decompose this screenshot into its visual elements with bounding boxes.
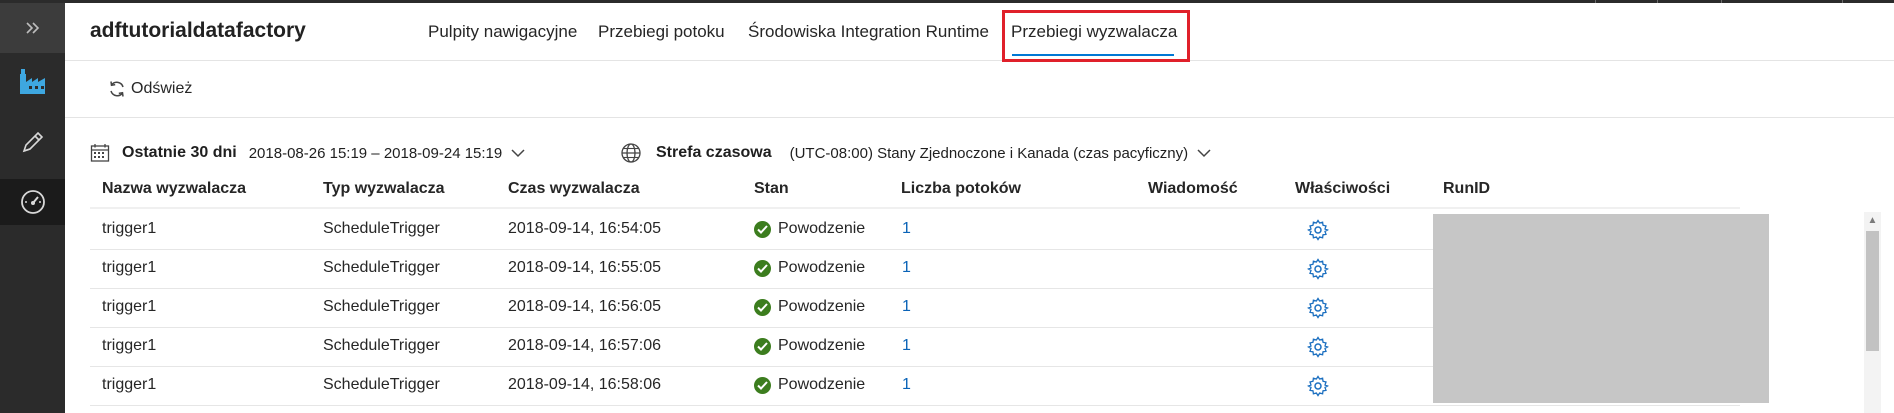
header-bar: adftutorialdatafactory Pulpity nawigacyj… xyxy=(65,3,1894,61)
cell-trigger-time: 2018-09-14, 16:55:05 xyxy=(508,259,662,276)
col-trigger-name[interactable]: Nazwa wyzwalacza xyxy=(102,180,246,198)
cell-trigger-type: ScheduleTrigger xyxy=(323,376,440,393)
active-tab-underline xyxy=(1012,54,1174,56)
pencil-icon xyxy=(22,131,43,153)
cell-status: Powodzenie xyxy=(754,376,865,394)
success-check-icon xyxy=(754,376,771,394)
col-trigger-type[interactable]: Typ wyzwalacza xyxy=(323,180,445,198)
gear-icon xyxy=(1306,219,1330,241)
cell-trigger-name: trigger1 xyxy=(102,337,157,354)
col-status[interactable]: Stan xyxy=(754,180,789,198)
cell-trigger-name: trigger1 xyxy=(102,220,157,237)
scroll-thumb[interactable] xyxy=(1866,231,1879,351)
cell-trigger-type: ScheduleTrigger xyxy=(323,337,440,354)
date-range-picker[interactable]: Ostatnie 30 dni 2018-08-26 15:19 – 2018-… xyxy=(90,138,526,168)
monitor-gauge-icon xyxy=(20,190,45,214)
factory-name: adftutorialdatafactory xyxy=(90,19,306,42)
chevron-down-icon xyxy=(1197,149,1211,158)
pipeline-count-link[interactable]: 1 xyxy=(902,376,911,394)
header-divider xyxy=(90,207,1740,209)
rail-overview-button[interactable] xyxy=(0,59,65,105)
expand-rail-button[interactable] xyxy=(0,3,65,53)
cell-status: Powodzenie xyxy=(754,298,865,316)
calendar-icon xyxy=(90,144,110,162)
col-runid[interactable]: RunID xyxy=(1443,180,1490,198)
refresh-button[interactable]: Odśwież xyxy=(107,79,192,99)
cell-trigger-type: ScheduleTrigger xyxy=(323,298,440,315)
expand-chevrons-icon xyxy=(25,22,39,34)
properties-button[interactable] xyxy=(1306,219,1330,246)
cell-trigger-time: 2018-09-14, 16:58:06 xyxy=(508,376,662,393)
col-properties[interactable]: Właściwości xyxy=(1295,180,1390,198)
gear-icon xyxy=(1306,336,1330,358)
left-rail xyxy=(0,3,65,413)
gear-icon xyxy=(1306,297,1330,319)
tab-pipeline-runs[interactable]: Przebiegi potoku xyxy=(598,3,725,60)
success-check-icon xyxy=(754,220,771,238)
rail-author-button[interactable] xyxy=(0,119,65,165)
properties-button[interactable] xyxy=(1306,375,1330,402)
cell-trigger-type: ScheduleTrigger xyxy=(323,220,440,237)
timezone-label: Strefa czasowa xyxy=(656,144,772,161)
rail-monitor-button[interactable] xyxy=(0,179,65,225)
chevron-down-icon xyxy=(511,149,525,158)
gear-icon xyxy=(1306,258,1330,280)
cell-trigger-name: trigger1 xyxy=(102,298,157,315)
runid-redacted-block xyxy=(1433,214,1769,403)
toolbar: Odśwież xyxy=(65,61,1894,118)
table-header: Nazwa wyzwalacza Typ wyzwalacza Czas wyz… xyxy=(65,176,1765,204)
scroll-up-arrow-icon[interactable]: ▲ xyxy=(1864,212,1881,229)
filter-row: Ostatnie 30 dni 2018-08-26 15:19 – 2018-… xyxy=(65,138,1894,168)
refresh-label: Odśwież xyxy=(131,80,193,97)
cell-trigger-time: 2018-09-14, 16:57:06 xyxy=(508,337,662,354)
properties-button[interactable] xyxy=(1306,258,1330,285)
cell-trigger-type: ScheduleTrigger xyxy=(323,259,440,276)
date-range-label: Ostatnie 30 dni xyxy=(122,144,237,161)
cell-status: Powodzenie xyxy=(754,220,865,238)
factory-icon xyxy=(19,69,45,94)
cell-trigger-name: trigger1 xyxy=(102,376,157,393)
properties-button[interactable] xyxy=(1306,336,1330,363)
refresh-icon xyxy=(110,81,124,97)
success-check-icon xyxy=(754,298,771,316)
timezone-picker[interactable]: Strefa czasowa (UTC-08:00) Stany Zjednoc… xyxy=(620,138,1212,168)
col-message[interactable]: Wiadomość xyxy=(1148,180,1238,198)
col-pipeline-count[interactable]: Liczba potoków xyxy=(901,180,1021,198)
status-text: Powodzenie xyxy=(778,337,866,354)
success-check-icon xyxy=(754,337,771,355)
tab-dashboards[interactable]: Pulpity nawigacyjne xyxy=(428,3,577,60)
status-text: Powodzenie xyxy=(778,259,866,276)
properties-button[interactable] xyxy=(1306,297,1330,324)
cell-trigger-time: 2018-09-14, 16:56:05 xyxy=(508,298,662,315)
cell-status: Powodzenie xyxy=(754,259,865,277)
cell-status: Powodzenie xyxy=(754,337,865,355)
status-text: Powodzenie xyxy=(778,298,866,315)
timezone-value: (UTC-08:00) Stany Zjednoczone i Kanada (… xyxy=(789,144,1189,162)
status-text: Powodzenie xyxy=(778,376,866,393)
tab-integration-runtimes[interactable]: Środowiska Integration Runtime xyxy=(748,3,989,60)
success-check-icon xyxy=(754,259,771,277)
cell-trigger-time: 2018-09-14, 16:54:05 xyxy=(508,220,662,237)
pipeline-count-link[interactable]: 1 xyxy=(902,298,911,316)
pipeline-count-link[interactable]: 1 xyxy=(902,220,911,238)
globe-icon xyxy=(621,143,641,163)
gear-icon xyxy=(1306,375,1330,397)
cell-trigger-name: trigger1 xyxy=(102,259,157,276)
vertical-scrollbar[interactable]: ▲ xyxy=(1864,212,1881,413)
status-text: Powodzenie xyxy=(778,220,866,237)
pipeline-count-link[interactable]: 1 xyxy=(902,259,911,277)
pipeline-count-link[interactable]: 1 xyxy=(902,337,911,355)
date-range-value: 2018-08-26 15:19 – 2018-09-24 15:19 xyxy=(248,144,503,162)
col-trigger-time[interactable]: Czas wyzwalacza xyxy=(508,180,640,198)
